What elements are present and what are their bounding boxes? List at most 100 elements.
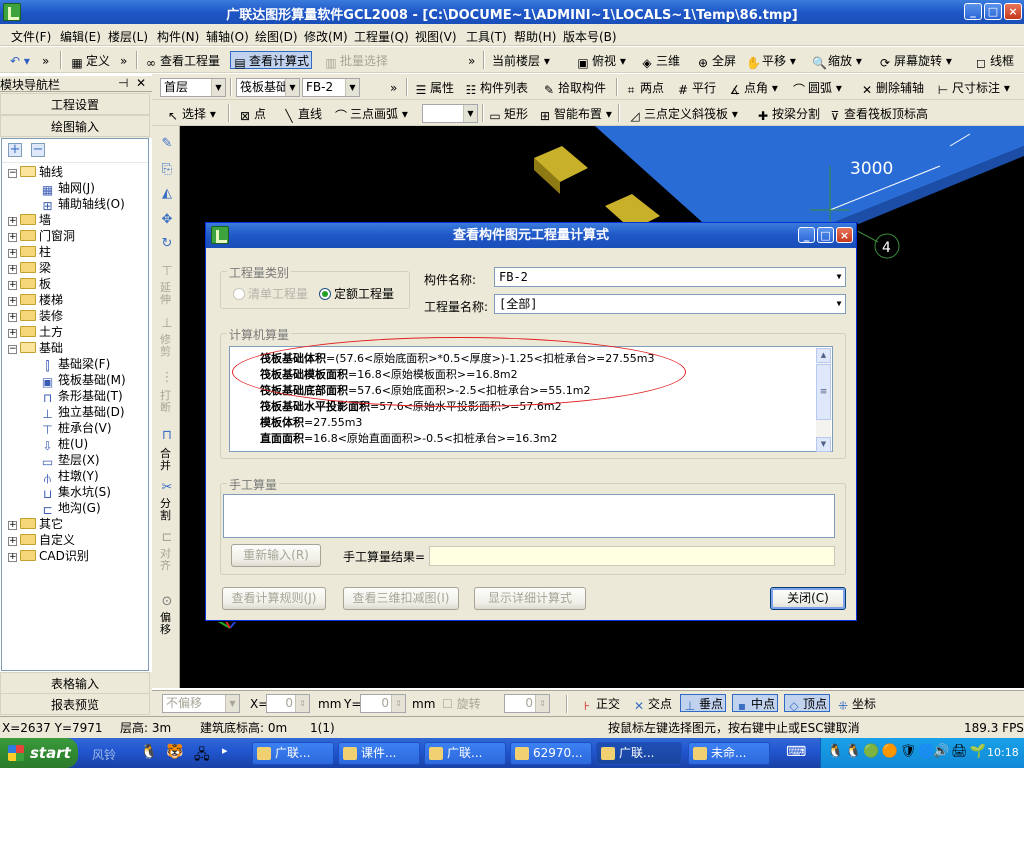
snap-coordinate-button[interactable]: ⁜ 坐标 [836,695,876,713]
maximize-button[interactable]: □ [984,3,1002,20]
table-input-button[interactable]: 表格输入 [0,672,150,694]
tree-item[interactable]: ⊥ 独立基础(D) [40,404,124,421]
task-guanglian-1[interactable]: 广联... [252,742,334,765]
more-icon[interactable]: » [42,52,49,70]
scroll-down-icon[interactable]: ▼ [816,437,831,452]
project-settings-button[interactable]: 工程设置 [0,93,150,115]
tiger-icon[interactable]: 🐯 [166,744,183,760]
view-formula-button[interactable]: ▤ 查看计算式 [230,51,313,70]
tree-category[interactable]: − 基础 [8,340,63,356]
menu-file[interactable]: 文件(F) [11,28,51,45]
expand-icon[interactable]: + [8,297,17,306]
align-button[interactable]: 对齐 [160,548,174,572]
full-screen-button[interactable]: ⊕ 全屏 [696,52,736,70]
menu-modify[interactable]: 修改(M) [304,28,348,45]
tree-category[interactable]: + 板 [8,276,51,292]
expand-icon[interactable]: + [8,217,17,226]
close-icon[interactable]: ✕ [136,76,146,90]
offset-button[interactable]: 偏移 [160,612,174,636]
tree-category[interactable]: + 门窗洞 [8,228,75,244]
split-by-beam-button[interactable]: ✚ 按梁分割 [756,105,820,123]
snap-perpendicular-button[interactable]: ⊥ 垂点 [680,694,727,713]
tree-category[interactable]: + 装修 [8,308,63,324]
tree-category[interactable]: + 墙 [8,212,51,228]
component-name-select[interactable]: FB-2 ▼ [494,267,846,287]
tree-item[interactable]: ⊞ 辅助轴线(O) [40,196,124,213]
view-rules-button[interactable]: 查看计算规则(J) [222,587,326,610]
zoom-button[interactable]: 🔍缩放 ▾ [812,52,862,70]
tree-category[interactable]: + 梁 [8,260,51,276]
brush-icon[interactable]: ✎ [159,136,175,152]
tray-icons-2[interactable]: 🔊🖨🌱 [933,744,988,759]
dialog-close-icon[interactable]: × [836,227,853,243]
menu-help[interactable]: 帮助(H) [514,28,556,45]
menu-aux-axis[interactable]: 辅轴(O) [206,28,249,45]
expand-icon[interactable]: + [8,249,17,258]
merge-button[interactable]: 合并 [160,448,174,472]
arc-mode-select[interactable]: ▼ [422,104,478,123]
tree-item[interactable]: ⫛ 柱墩(Y) [40,468,99,485]
expand-all-icon[interactable]: + [8,143,22,157]
menu-floor[interactable]: 楼层(L) [108,28,148,45]
more-icon[interactable]: » [120,52,127,70]
report-preview-button[interactable]: 报表预览 [0,693,150,715]
top-view-button[interactable]: ▣ 俯视 ▾ [576,52,626,70]
qq-icon[interactable]: 🐧 [140,744,157,760]
qty-name-select[interactable]: [全部] ▼ [494,294,846,314]
tree-item[interactable]: ▦ 轴网(J) [40,180,95,197]
three-point-slope-button[interactable]: ◿ 三点定义斜筏板 ▾ [628,105,737,123]
menu-component[interactable]: 构件(N) [157,28,199,45]
define-button[interactable]: ▦ 定义 [70,52,110,70]
expand-icon[interactable]: + [8,537,17,546]
tree-item[interactable]: ▭ 垫层(X) [40,452,100,469]
pan-button[interactable]: ✋平移 ▾ [746,52,796,70]
rotate-input[interactable]: 0 ⇕ [504,694,550,713]
network-icon[interactable]: 🖧 [194,744,210,768]
property-button[interactable]: ☰ 属性 [414,79,454,97]
task-kejian[interactable]: 课件... [338,742,420,765]
batch-select-button[interactable]: ▥ 批量选择 [324,52,388,70]
task-guanglian-3[interactable]: 广联... [596,742,682,765]
expand-icon[interactable]: + [8,521,17,530]
formula-textarea[interactable]: 筏板基础体积=(57.6<原始底面积>*0.5<厚度>)-1.25<扣桩承台>=… [229,337,833,452]
tree-category[interactable]: − 轴线 [8,164,63,180]
radio-quota-qty[interactable]: 定额工程量 [319,285,394,302]
smart-layout-button[interactable]: ⊞ 智能布置 ▾ [538,105,612,123]
scroll-thumb[interactable]: ≡ [816,364,831,420]
y-input[interactable]: 0 ⇕ [360,694,406,713]
dialog-maximize-button[interactable]: □ [817,227,834,243]
minimize-button[interactable]: _ [964,3,982,20]
dimension-button[interactable]: ⊢ 尺寸标注 ▾ [936,79,1010,97]
expand-icon[interactable]: + [8,329,17,338]
tree-item[interactable]: ⊏ 地沟(G) [40,500,100,517]
collapse-icon[interactable]: − [8,345,17,354]
snap-midpoint-button[interactable]: ▪ 中点 [732,694,779,713]
snap-vertex-button[interactable]: ◇ 顶点 [784,694,831,713]
three-point-arc-button[interactable]: ⌒ 三点画弧 ▾ [334,105,408,123]
snap-intersection-button[interactable]: ✕ 交点 [632,695,672,713]
undo-icon[interactable]: ↶ ▾ [10,52,30,70]
expand-icon[interactable]: + [8,313,17,322]
menu-quantity[interactable]: 工程量(Q) [354,28,409,45]
expand-icon[interactable]: + [8,233,17,242]
menu-edit[interactable]: 编辑(E) [60,28,101,45]
formula-scrollbar[interactable]: ▲ ≡ ▼ [816,348,831,452]
tree-category[interactable]: + 土方 [8,324,63,340]
expand-icon[interactable]: + [8,553,17,562]
close-window-button[interactable]: × [1004,3,1022,20]
rotate-icon[interactable]: ↻ [159,236,175,252]
view-3d-deduction-button[interactable]: 查看三维扣减图(I) [343,587,459,610]
current-floor-button[interactable]: 当前楼层 ▾ [492,52,550,70]
tree-item[interactable]: ⇩ 桩(U) [40,436,88,453]
pick-component-button[interactable]: ✎ 拾取构件 [542,79,606,97]
view-quantity-button[interactable]: ∞ 查看工程量 [144,52,220,70]
offset-mode-select[interactable]: 不偏移 ▼ [162,694,240,713]
tree-item[interactable]: ▣ 筏板基础(M) [40,372,126,389]
collapse-all-icon[interactable]: − [31,143,45,157]
rotate-screen-button[interactable]: ⟳ 屏幕旋转 ▾ [878,52,952,70]
menu-draw[interactable]: 绘图(D) [255,28,298,45]
component-type-select[interactable]: 筏板基础 ▼ [236,78,300,97]
tree-category[interactable]: + 自定义 [8,532,75,548]
app-title-bar[interactable]: 广联达图形算量软件GCL2008 - [C:\DOCUME~1\ADMINI~1… [0,0,1024,24]
task-untitled[interactable]: 未命... [688,742,770,765]
